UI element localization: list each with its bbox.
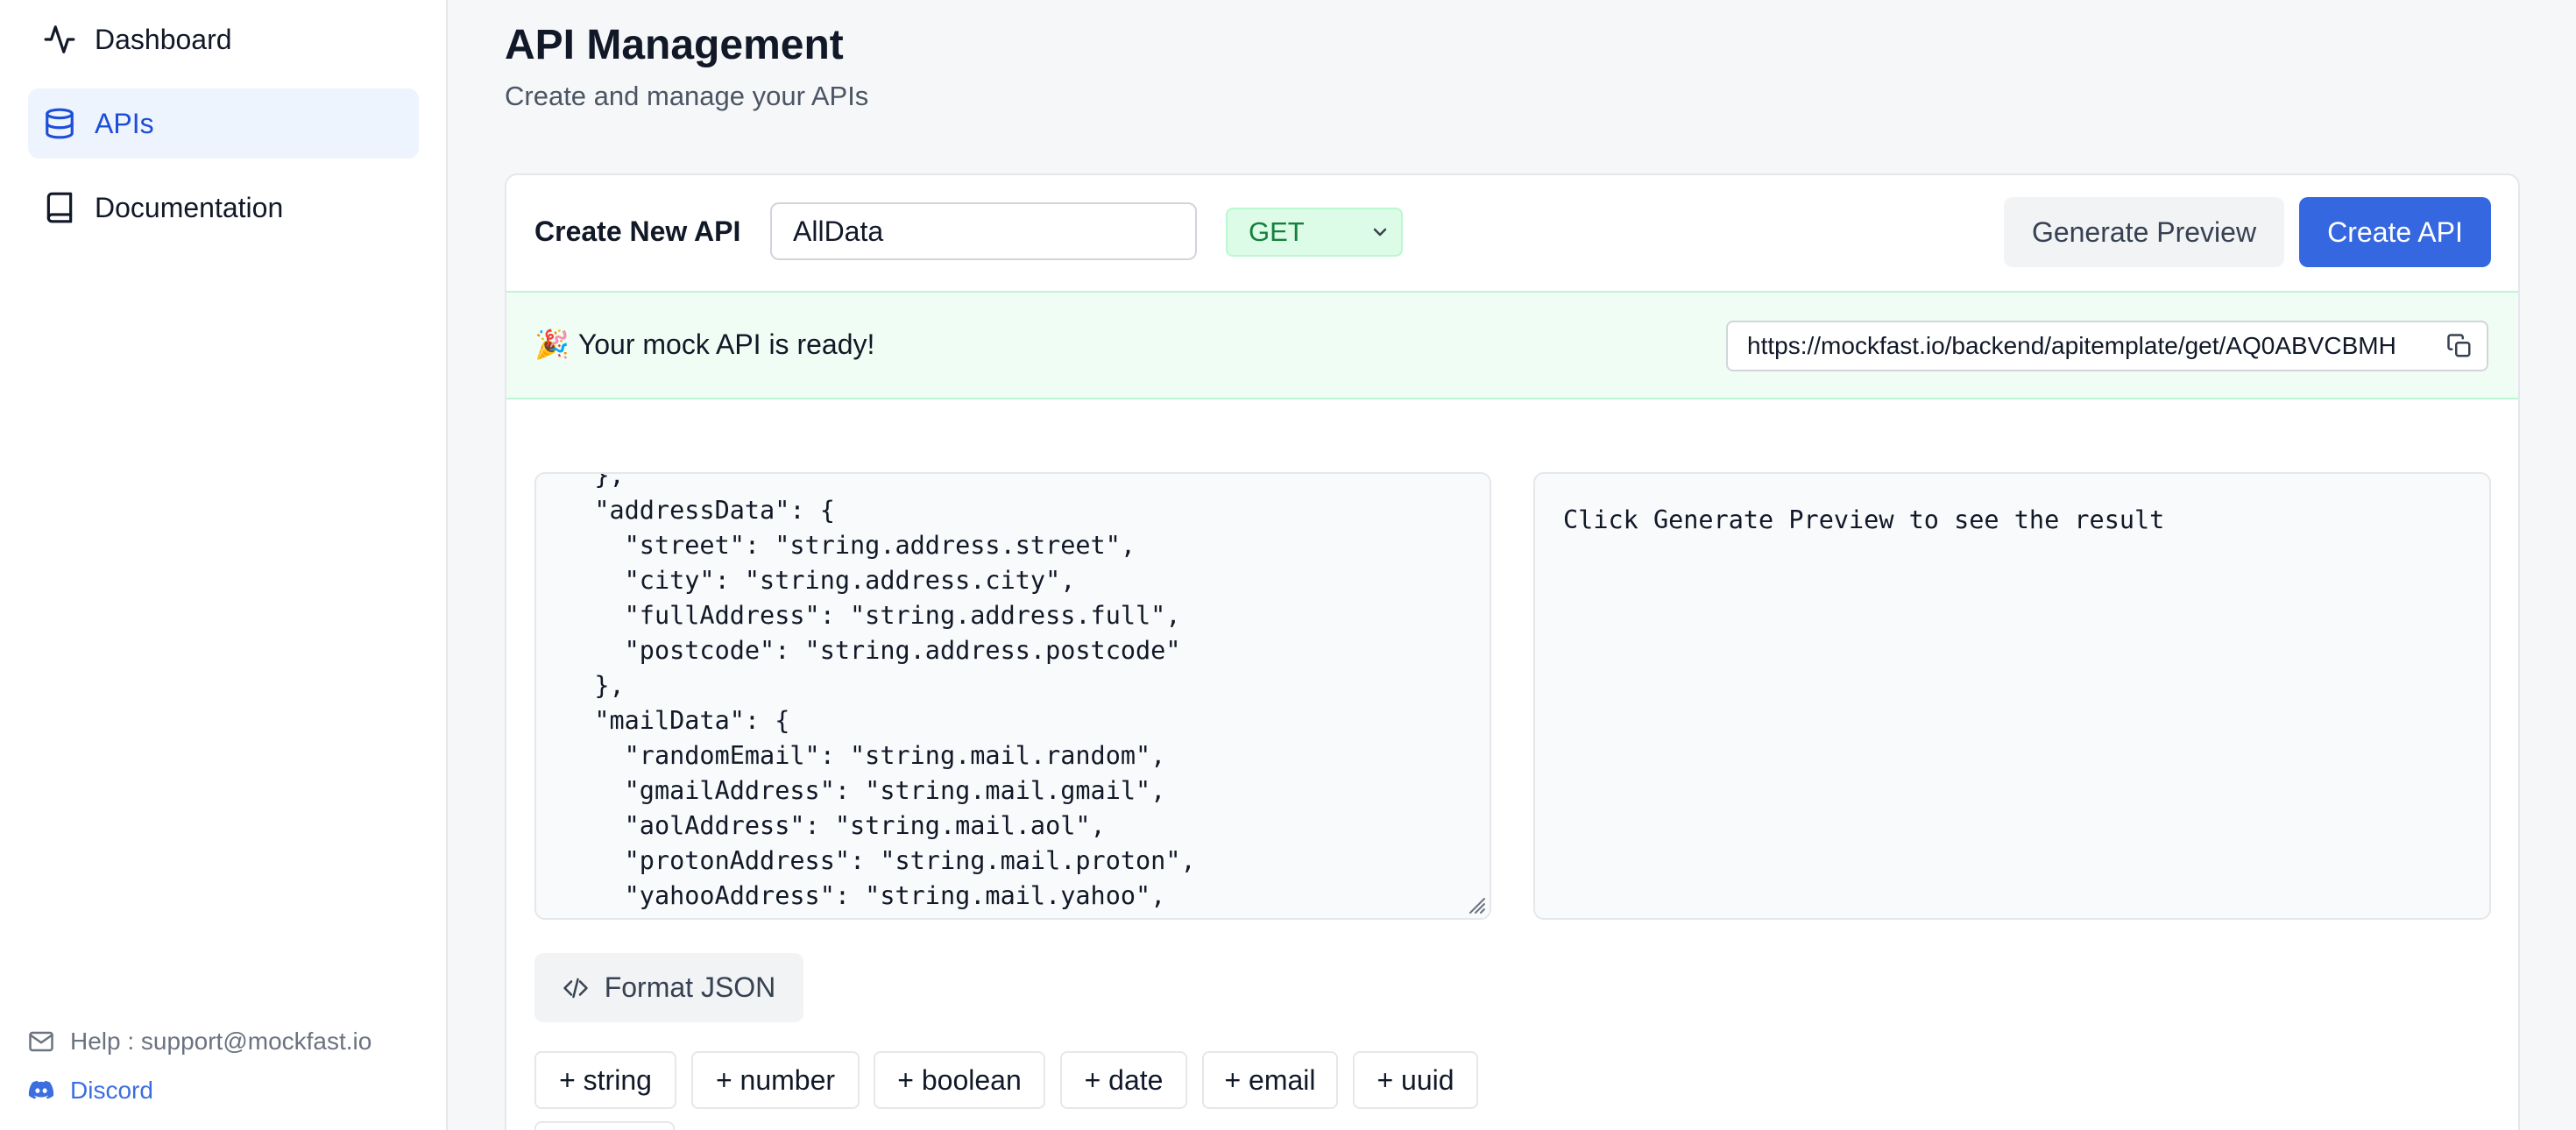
preview-message: Click Generate Preview to see the result <box>1563 505 2165 534</box>
sidebar-item-apis[interactable]: APIs <box>28 88 419 159</box>
mail-icon <box>28 1027 58 1056</box>
help-text: Help : support@mockfast.io <box>70 1028 372 1055</box>
app-root: Dashboard APIs Documentation Help : supp… <box>0 0 2576 1130</box>
add-uuid-chip[interactable]: + uuid <box>1353 1051 1478 1109</box>
generate-preview-button[interactable]: Generate Preview <box>2004 197 2284 267</box>
json-editor[interactable]: }, "addressData": { "street": "string.ad… <box>534 472 1491 920</box>
book-icon <box>42 190 77 225</box>
page-subtitle: Create and manage your APIs <box>505 81 869 111</box>
add-boolean-chip[interactable]: + boolean <box>874 1051 1045 1109</box>
chevron-down-icon <box>1373 228 1387 237</box>
preview-panel: Click Generate Preview to see the result <box>1533 472 2491 920</box>
sidebar-item-documentation[interactable]: Documentation <box>28 173 419 243</box>
sidebar-item-dashboard[interactable]: Dashboard <box>28 4 419 74</box>
api-name-input[interactable] <box>770 202 1197 260</box>
api-url-field[interactable]: https://mockfast.io/backend/apitemplate/… <box>1726 321 2488 371</box>
create-api-button[interactable]: Create API <box>2299 197 2491 267</box>
add-string-chip[interactable]: + string <box>534 1051 676 1109</box>
sidebar: Dashboard APIs Documentation Help : supp… <box>0 0 448 1130</box>
database-icon <box>42 106 77 141</box>
create-api-label: Create New API <box>534 215 741 247</box>
discord-icon <box>28 1076 58 1105</box>
discord-link[interactable]: Discord <box>28 1076 153 1105</box>
page-title: API Management <box>505 22 844 68</box>
party-icon: 🎉 <box>534 328 570 360</box>
resize-handle-icon[interactable] <box>1465 893 1486 915</box>
success-message: 🎉 Your mock API is ready! <box>534 328 874 361</box>
activity-icon <box>42 22 77 57</box>
format-json-label: Format JSON <box>604 971 776 1003</box>
help-contact[interactable]: Help : support@mockfast.io <box>28 1027 372 1056</box>
method-select[interactable]: GET <box>1226 208 1403 257</box>
format-json-button[interactable]: Format JSON <box>534 953 803 1022</box>
sidebar-item-label: Documentation <box>95 191 284 223</box>
code-icon <box>563 974 591 1002</box>
copy-icon[interactable] <box>2446 332 2474 360</box>
json-editor-content: }, "addressData": { "street": "string.ad… <box>594 472 1196 910</box>
add-date-chip[interactable]: + date <box>1060 1051 1187 1109</box>
add-email-chip[interactable]: + email <box>1202 1051 1338 1109</box>
overflow-chip[interactable] <box>534 1121 675 1130</box>
api-url-text: https://mockfast.io/backend/apitemplate/… <box>1747 332 2396 359</box>
method-value: GET <box>1249 216 1305 247</box>
add-number-chip[interactable]: + number <box>691 1051 860 1109</box>
discord-text: Discord <box>70 1077 153 1104</box>
success-text: Your mock API is ready! <box>577 328 875 360</box>
sidebar-item-label: Dashboard <box>95 23 232 55</box>
sidebar-item-label: APIs <box>95 107 154 139</box>
